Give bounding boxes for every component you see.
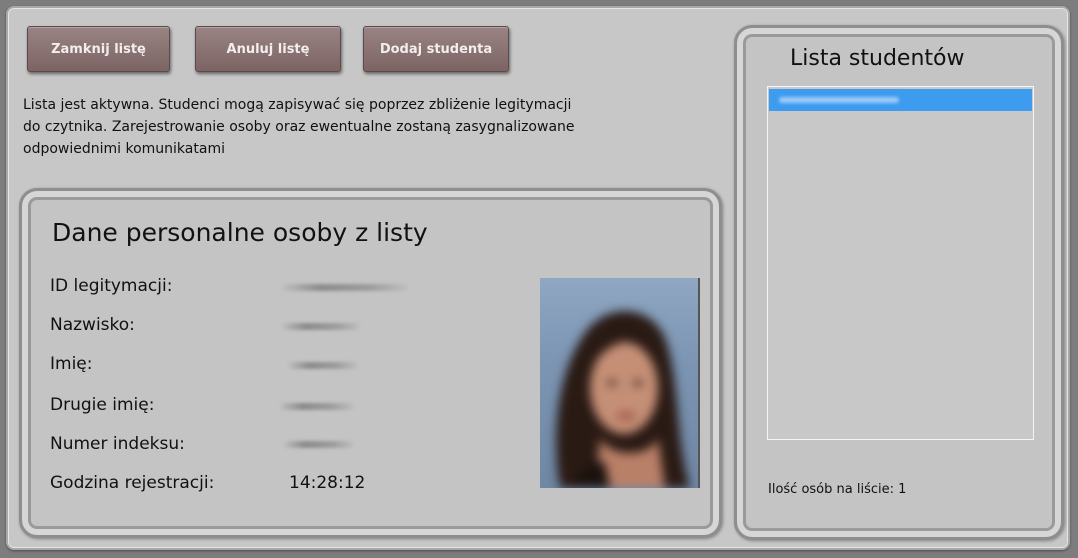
registration-time-label: Godzina rejestracji: — [50, 473, 215, 493]
add-student-button[interactable]: Dodaj studenta — [363, 26, 509, 72]
surname-label: Nazwisko: — [50, 315, 135, 335]
registration-time-value: 14:28:12 — [289, 473, 366, 493]
info-line: do czytnika. Zarejestrowanie osoby oraz … — [23, 119, 575, 135]
index-number-label: Numer indeksu: — [50, 434, 185, 454]
person-details-title: Dane personalne osoby z listy — [52, 218, 428, 247]
index-number-value — [284, 441, 354, 448]
student-listbox[interactable] — [767, 86, 1034, 440]
info-message: Lista jest aktywna. Studenci mogą zapisy… — [23, 94, 723, 160]
close-list-button[interactable]: Zamknij listę — [27, 26, 170, 72]
student-list-title: Lista studentów — [790, 46, 965, 71]
student-count: Ilość osób na liście: 1 — [768, 482, 907, 497]
second-name-label: Drugie imię: — [50, 395, 155, 415]
surname-value — [282, 323, 360, 330]
second-name-value — [280, 403, 354, 410]
student-photo — [540, 278, 700, 488]
info-line: odpowiednimi komunikatami — [23, 141, 225, 157]
card-id-label: ID legitymacji: — [50, 276, 173, 296]
cancel-list-button[interactable]: Anuluj listę — [195, 26, 341, 72]
list-item[interactable] — [769, 89, 1032, 111]
first-name-value — [288, 362, 358, 369]
card-id-value — [282, 284, 408, 291]
info-line: Lista jest aktywna. Studenci mogą zapisy… — [23, 97, 572, 113]
list-item-label — [779, 97, 899, 103]
first-name-label: Imię: — [50, 354, 93, 374]
